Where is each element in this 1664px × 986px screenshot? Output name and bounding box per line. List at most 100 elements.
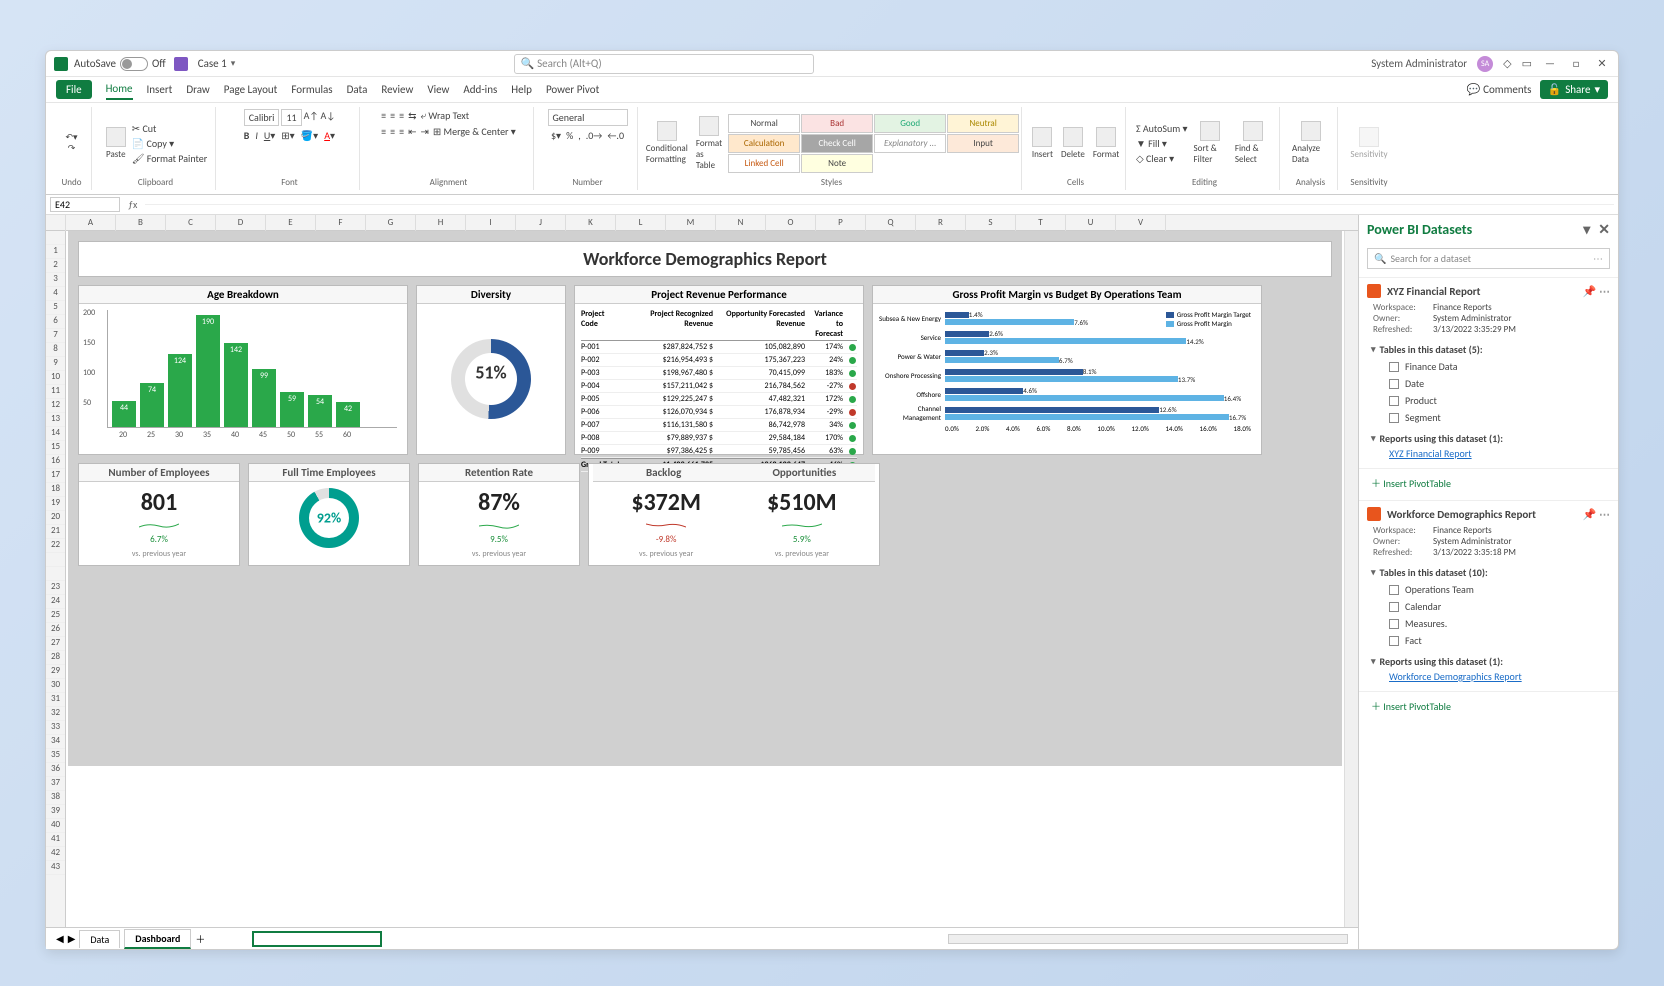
report-link[interactable]: XYZ Financial Report xyxy=(1371,447,1606,460)
fx-icon[interactable]: ƒx xyxy=(128,198,137,211)
save-icon[interactable] xyxy=(174,57,188,71)
reports-section-toggle[interactable]: ▾Reports using this dataset (1): xyxy=(1371,430,1606,447)
worksheet-area[interactable]: ABCDEFGHIJKLMNOPQRSTUV 12345678910111213… xyxy=(46,215,1358,949)
tab-view[interactable]: View xyxy=(427,80,449,99)
sheet-tab-dashboard[interactable]: Dashboard xyxy=(124,929,191,949)
tab-addins[interactable]: Add-ins xyxy=(463,80,497,99)
tables-section-toggle[interactable]: ▾Tables in this dataset (5): xyxy=(1371,341,1606,358)
dataset-table-item[interactable]: Segment xyxy=(1371,409,1606,426)
font-color-button[interactable]: A▾ xyxy=(324,129,335,142)
fill-button[interactable]: ▼ Fill ▾ xyxy=(1136,137,1188,150)
tell-me-search[interactable]: 🔍 Search (Alt+Q) xyxy=(514,54,814,74)
cut-button[interactable]: ✂ Cut xyxy=(132,122,207,135)
new-sheet-button[interactable]: ＋ xyxy=(195,931,205,946)
dataset-table-item[interactable]: Operations Team xyxy=(1371,581,1606,598)
insert-cells-button[interactable]: Insert xyxy=(1030,125,1055,162)
currency-button[interactable]: $▾ xyxy=(551,129,561,142)
fill-color-button[interactable]: 🪣▾ xyxy=(301,129,318,142)
bold-button[interactable]: B xyxy=(244,129,250,142)
conditional-formatting-button[interactable]: Conditional Formatting xyxy=(644,119,690,167)
sheet-tab-data[interactable]: Data xyxy=(79,930,120,948)
sheet-nav-prev[interactable]: ◀ xyxy=(56,932,64,945)
number-format-select[interactable]: General xyxy=(548,109,628,126)
formula-input[interactable] xyxy=(145,204,1614,205)
dataset-title[interactable]: Workforce Demographics Report📌 ⋯ xyxy=(1359,501,1618,525)
paste-button[interactable]: Paste xyxy=(104,125,128,162)
tab-page-layout[interactable]: Page Layout xyxy=(224,80,278,99)
tab-review[interactable]: Review xyxy=(381,80,413,99)
report-link[interactable]: Workforce Demographics Report xyxy=(1371,670,1606,683)
formula-bar: E42 ƒx xyxy=(46,195,1618,215)
dataset-title[interactable]: XYZ Financial Report📌 ⋯ xyxy=(1359,278,1618,302)
minimize-button[interactable]: — xyxy=(1542,57,1558,70)
tables-section-toggle[interactable]: ▾Tables in this dataset (10): xyxy=(1371,564,1606,581)
dataset-table-item[interactable]: Product xyxy=(1371,392,1606,409)
merge-center-button[interactable]: ⊞ Merge & Center ▾ xyxy=(433,125,516,138)
share-button[interactable]: 🔓 Share ▾ xyxy=(1540,80,1609,99)
name-box[interactable]: E42 xyxy=(50,197,120,212)
font-shrink-icon[interactable]: A↓ xyxy=(320,109,335,126)
dataset-search[interactable]: 🔍 Search for a dataset ⋯ xyxy=(1367,248,1610,269)
chevron-down-icon[interactable]: ▾ xyxy=(231,58,236,69)
dec-decimal-button[interactable]: ←.0 xyxy=(607,129,624,142)
format-cells-button[interactable]: Format xyxy=(1091,125,1121,162)
delete-cells-button[interactable]: Delete xyxy=(1059,125,1087,162)
italic-button[interactable]: I xyxy=(255,129,258,142)
tab-power-pivot[interactable]: Power Pivot xyxy=(546,80,599,99)
analyze-data-button[interactable]: Analyze Data xyxy=(1290,119,1331,167)
maximize-button[interactable]: □ xyxy=(1568,57,1584,70)
filename[interactable]: Case 1 xyxy=(198,57,227,70)
comma-button[interactable]: , xyxy=(578,129,581,142)
copy-button[interactable]: 📄 Copy ▾ xyxy=(132,137,207,150)
ribbon: ↶▾↷ Undo Paste ✂ Cut 📄 Copy ▾ 🖌 Format P… xyxy=(46,103,1618,195)
align-top-icon[interactable]: ≡ xyxy=(381,109,386,122)
font-grow-icon[interactable]: A↑ xyxy=(304,109,319,126)
undo-button[interactable]: ↶▾↷ xyxy=(63,130,79,156)
percent-button[interactable]: % xyxy=(566,129,573,142)
font-name-select[interactable]: Calibri xyxy=(244,109,280,126)
tab-file[interactable]: File xyxy=(56,80,92,99)
sort-filter-button[interactable]: Sort & Filter xyxy=(1192,119,1229,167)
dataset-table-item[interactable]: Calendar xyxy=(1371,598,1606,615)
tab-draw[interactable]: Draw xyxy=(186,80,209,99)
sensitivity-button[interactable]: Sensitivity xyxy=(1348,125,1389,162)
clear-button[interactable]: ◇ Clear ▾ xyxy=(1136,152,1188,165)
column-headers[interactable]: ABCDEFGHIJKLMNOPQRSTUV xyxy=(46,215,1358,231)
dataset-table-item[interactable]: Finance Data xyxy=(1371,358,1606,375)
tab-insert[interactable]: Insert xyxy=(147,80,173,99)
tab-data[interactable]: Data xyxy=(347,80,368,99)
format-painter-button[interactable]: 🖌 Format Painter xyxy=(132,152,207,165)
autosum-button[interactable]: Σ AutoSum ▾ xyxy=(1136,122,1188,135)
insert-pivottable-button[interactable]: ＋ Insert PivotTable xyxy=(1359,468,1618,496)
vertical-scrollbar[interactable] xyxy=(1344,231,1358,927)
autosave-toggle[interactable]: AutoSave Off xyxy=(74,57,166,71)
panel-close-icon[interactable]: ✕ xyxy=(1598,221,1610,238)
panel-dropdown-icon[interactable]: ▾ xyxy=(1583,221,1590,238)
tab-help[interactable]: Help xyxy=(511,80,532,99)
coming-soon-icon[interactable]: ◇ xyxy=(1503,57,1511,70)
border-button[interactable]: ⊞▾ xyxy=(281,129,294,142)
close-button[interactable]: ✕ xyxy=(1594,57,1610,70)
dataset-table-item[interactable]: Date xyxy=(1371,375,1606,392)
underline-button[interactable]: U▾ xyxy=(264,129,275,142)
insert-pivottable-button[interactable]: ＋ Insert PivotTable xyxy=(1359,691,1618,719)
username[interactable]: System Administrator xyxy=(1371,57,1467,70)
tab-home[interactable]: Home xyxy=(106,79,133,100)
find-select-button[interactable]: Find & Select xyxy=(1233,119,1273,167)
avatar[interactable]: SA xyxy=(1477,56,1493,72)
dataset-table-item[interactable]: Measures. xyxy=(1371,615,1606,632)
ribbon-mode-icon[interactable]: ▭ xyxy=(1522,57,1532,70)
power-bi-panel: Power BI Datasets ▾ ✕ 🔍 Search for a dat… xyxy=(1358,215,1618,949)
dataset-table-item[interactable]: Fact xyxy=(1371,632,1606,649)
row-headers[interactable]: 1234567891011121314151617181920212223242… xyxy=(46,231,66,927)
format-as-table-button[interactable]: Format as Table xyxy=(694,114,724,173)
reports-section-toggle[interactable]: ▾Reports using this dataset (1): xyxy=(1371,653,1606,670)
comments-button[interactable]: 💬 Comments xyxy=(1467,83,1532,96)
font-size-select[interactable]: 11 xyxy=(281,109,301,126)
sheet-nav-next[interactable]: ▶ xyxy=(68,932,76,945)
cell-styles-gallery[interactable]: Normal Bad Good Neutral Calculation Chec… xyxy=(728,114,1019,173)
inc-decimal-button[interactable]: .0→ xyxy=(586,129,603,142)
horizontal-scrollbar[interactable] xyxy=(948,934,1348,944)
tab-formulas[interactable]: Formulas xyxy=(291,80,332,99)
wrap-text-button[interactable]: ⤶ Wrap Text xyxy=(421,109,470,122)
